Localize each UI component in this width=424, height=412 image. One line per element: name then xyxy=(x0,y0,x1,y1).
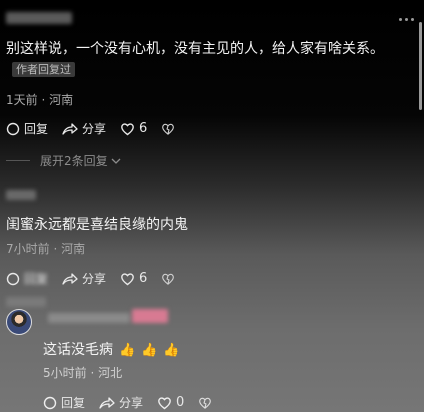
comment-bubble-icon xyxy=(6,272,20,285)
reply-button[interactable]: 回复 xyxy=(6,270,48,287)
divider xyxy=(6,160,30,161)
broken-heart-icon xyxy=(162,123,175,135)
share-arrow-icon xyxy=(62,122,78,135)
share-button[interactable]: 分享 xyxy=(62,270,106,287)
username-blurred xyxy=(48,313,130,323)
thumbs-up-emoji: 👍 xyxy=(119,343,136,358)
dislike-button[interactable] xyxy=(161,272,179,286)
comment-bubble-icon xyxy=(43,396,57,409)
username-blurred xyxy=(6,297,46,307)
comment-actions: 回复 分享 6 xyxy=(6,120,193,137)
dislike-button[interactable] xyxy=(198,396,216,410)
like-button[interactable]: 6 xyxy=(120,271,147,286)
dislike-button[interactable] xyxy=(161,122,179,136)
share-arrow-icon xyxy=(99,396,115,409)
username-blurred xyxy=(6,190,36,200)
avatar[interactable] xyxy=(6,309,32,335)
comment-text: 闺蜜永远都是喜结良缘的内鬼 xyxy=(6,217,188,233)
comment-meta: 7小时前 · 河南 xyxy=(6,242,86,256)
like-button[interactable]: 0 xyxy=(157,395,184,410)
heart-icon xyxy=(158,396,171,409)
broken-heart-icon xyxy=(199,397,212,409)
comment-meta: 1天前 · 河南 xyxy=(6,93,74,107)
expand-replies-button[interactable]: 展开2条回复 xyxy=(6,152,121,169)
comment-text: 别这样说，一个没有心机，没有主见的人，给人家有啥关系。作者回复过 xyxy=(6,41,384,77)
broken-heart-icon xyxy=(162,273,175,285)
scrollbar[interactable] xyxy=(419,22,422,110)
reply-meta: 5小时前 · 河北 xyxy=(43,366,123,380)
comment-actions: 回复 分享 6 xyxy=(6,270,193,287)
share-button[interactable]: 分享 xyxy=(99,394,143,411)
reply-actions: 回复 分享 0 xyxy=(43,394,230,411)
more-options-icon[interactable] xyxy=(399,18,414,21)
heart-icon xyxy=(121,272,134,285)
reply-text: 这话没毛病 👍 👍 👍 xyxy=(43,339,180,362)
author-replied-badge: 作者回复过 xyxy=(12,62,75,77)
heart-icon xyxy=(121,122,134,135)
reply-button[interactable]: 回复 xyxy=(6,120,48,137)
thumbs-up-emoji: 👍 xyxy=(163,343,180,358)
share-button[interactable]: 分享 xyxy=(62,120,106,137)
thumbs-up-emoji: 👍 xyxy=(141,343,158,358)
like-button[interactable]: 6 xyxy=(120,121,147,136)
share-arrow-icon xyxy=(62,272,78,285)
reply-button[interactable]: 回复 xyxy=(43,394,85,411)
username-blurred xyxy=(6,12,72,24)
comment-bubble-icon xyxy=(6,122,20,135)
chevron-down-icon xyxy=(111,158,121,164)
username-highlight-blurred xyxy=(132,309,168,323)
